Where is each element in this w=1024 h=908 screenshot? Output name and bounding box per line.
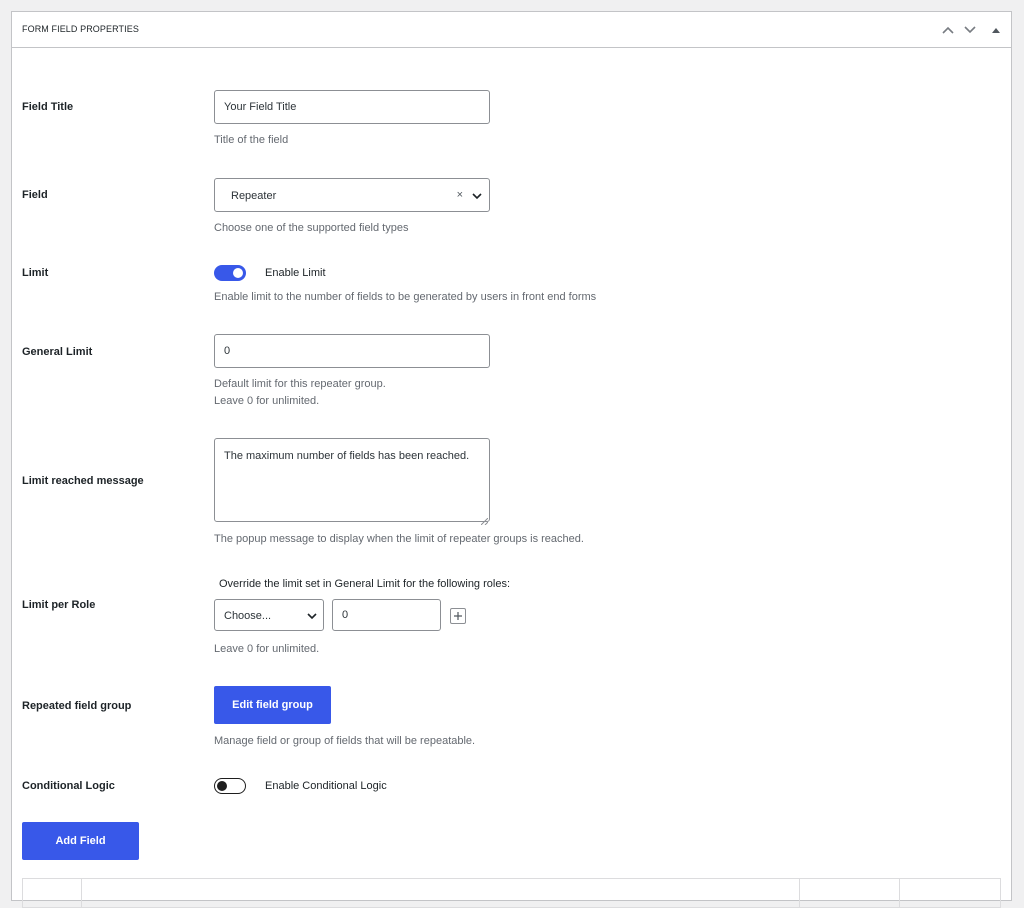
limit-message-textarea[interactable]: The maximum number of fields has been re…: [214, 438, 490, 522]
chevron-down-icon: [307, 611, 317, 623]
panel-header: FORM FIELD PROPERTIES: [12, 12, 1011, 48]
limit-description: Enable limit to the number of fields to …: [214, 291, 597, 303]
toggle-knob: [233, 268, 243, 278]
enable-conditional-logic-label: Enable Conditional Logic: [265, 780, 387, 792]
resize-handle-icon[interactable]: [480, 512, 489, 530]
enable-limit-toggle[interactable]: [214, 265, 246, 281]
field-title-label: Field Title: [22, 101, 74, 113]
limit-message-label: Limit reached message: [22, 475, 144, 487]
panel-title: FORM FIELD PROPERTIES: [22, 24, 139, 34]
field-title-input[interactable]: [214, 90, 490, 124]
general-limit-label: General Limit: [22, 346, 93, 358]
chevron-down-icon: [472, 191, 482, 203]
plus-icon: [454, 612, 462, 620]
conditional-logic-label: Conditional Logic: [22, 780, 115, 792]
edit-field-group-button[interactable]: Edit field group: [214, 686, 331, 724]
field-type-select[interactable]: Repeater ×: [214, 178, 490, 212]
enable-limit-label: Enable Limit: [265, 267, 326, 279]
table-column-divider: [81, 879, 82, 907]
general-limit-description-unlimited: Leave 0 for unlimited.: [214, 395, 320, 407]
limit-per-role-label: Limit per Role: [22, 599, 96, 611]
role-limit-input[interactable]: [332, 599, 441, 631]
clear-selection-icon[interactable]: ×: [457, 189, 463, 201]
general-limit-input[interactable]: [214, 334, 490, 368]
repeated-group-description: Manage field or group of fields that wil…: [214, 735, 476, 747]
fields-table: [22, 878, 1001, 908]
limit-message-description: The popup message to display when the li…: [214, 533, 584, 545]
field-type-label: Field: [22, 189, 48, 201]
form-field-properties-panel: FORM FIELD PROPERTIES Field Title Title …: [11, 11, 1012, 908]
move-down-icon[interactable]: [960, 20, 980, 40]
general-limit-description: Default limit for this repeater group.: [214, 378, 386, 390]
limit-label: Limit: [22, 267, 49, 279]
limit-per-role-note: Override the limit set in General Limit …: [219, 578, 511, 590]
add-field-button[interactable]: Add Field: [22, 822, 139, 860]
toggle-knob: [217, 780, 227, 791]
move-up-icon[interactable]: [938, 20, 958, 40]
table-column-divider: [799, 879, 800, 907]
limit-per-role-description: Leave 0 for unlimited.: [214, 643, 320, 655]
field-type-description: Choose one of the supported field types: [214, 222, 409, 234]
table-column-divider: [899, 879, 900, 907]
role-select[interactable]: Choose...: [214, 599, 324, 631]
field-type-selected-value: Repeater: [231, 190, 277, 202]
role-selected-value: Choose...: [224, 610, 272, 622]
field-title-description: Title of the field: [214, 134, 289, 146]
collapse-toggle-icon[interactable]: [986, 20, 1006, 40]
enable-conditional-logic-toggle[interactable]: [214, 778, 246, 794]
add-role-limit-button[interactable]: [450, 608, 466, 624]
repeated-group-label: Repeated field group: [22, 700, 132, 712]
